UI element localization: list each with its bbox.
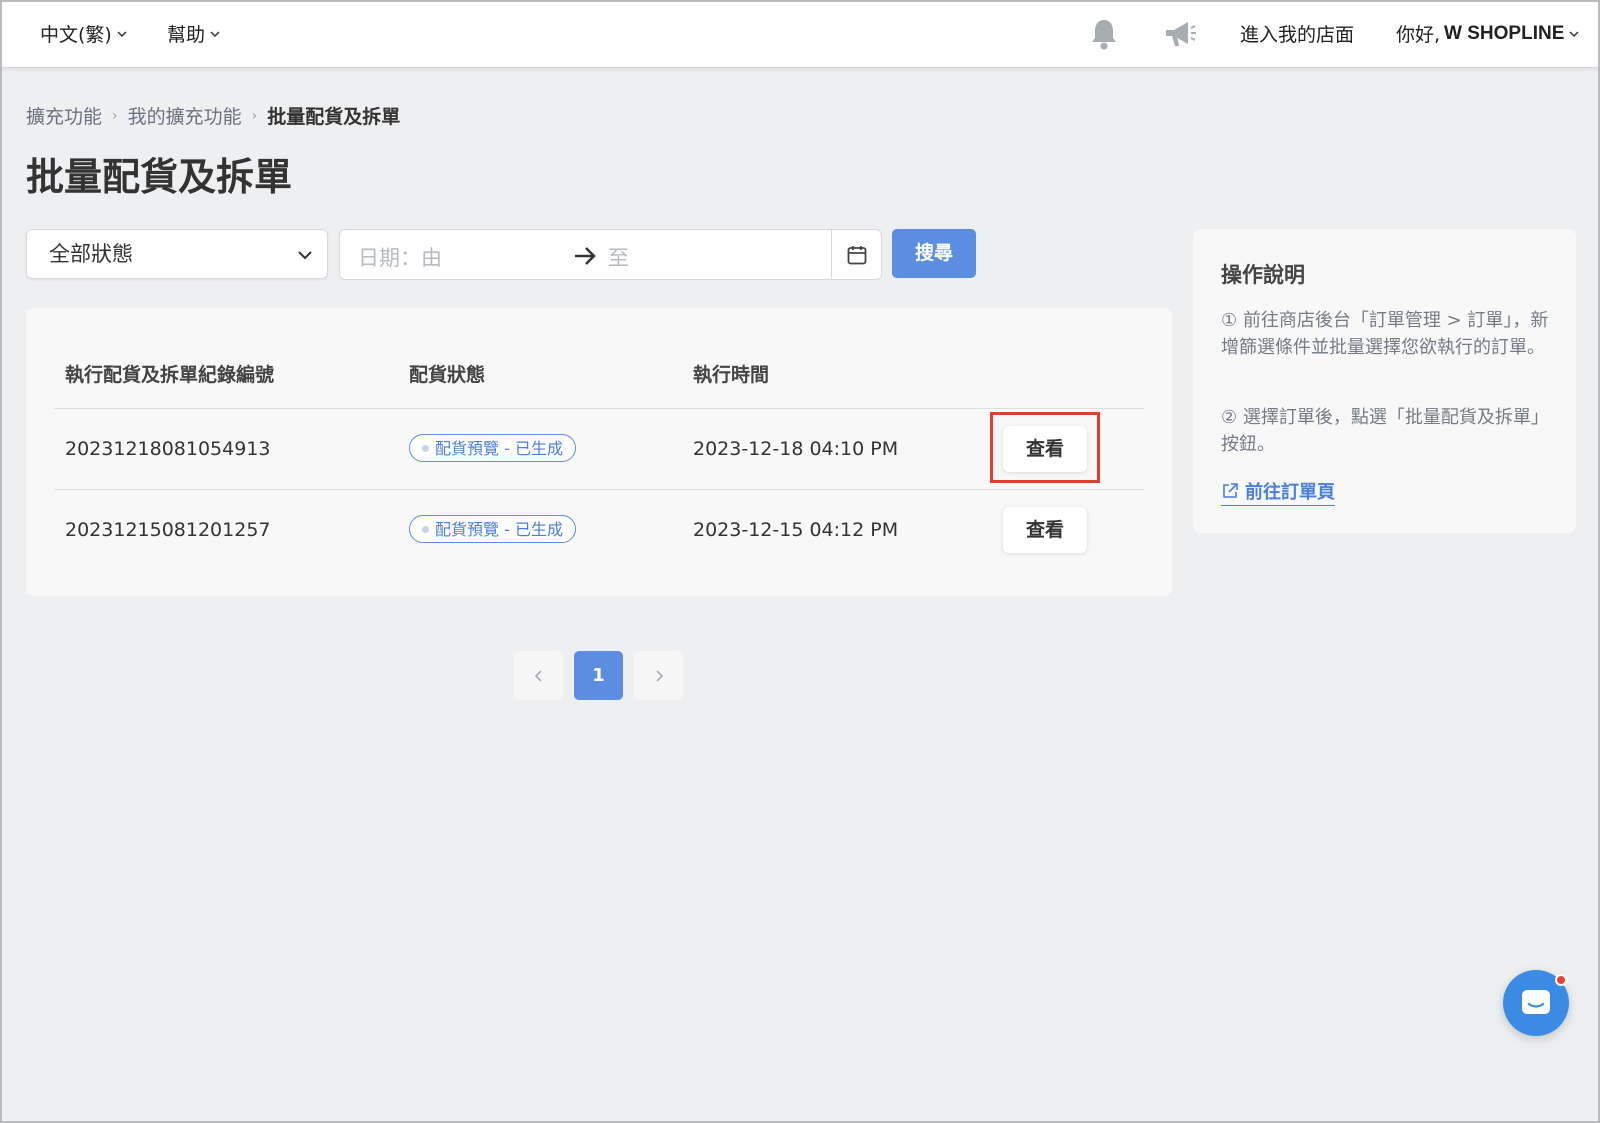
status-dot-icon <box>422 525 429 533</box>
language-dropdown[interactable]: 中文(繁) <box>40 20 128 47</box>
breadcrumb: 擴充功能 › 我的擴充功能 › 批量配貨及拆單 <box>26 102 400 129</box>
records-table: 執行配貨及拆單紀錄編號 配貨狀態 執行時間 20231218081054913 … <box>26 308 1172 596</box>
instructions-card: 操作說明 ① 前往商店後台「訂單管理 > 訂單」，新增篩選條件並批量選擇您欲執行… <box>1193 229 1576 533</box>
instructions-step-1: ① 前往商店後台「訂單管理 > 訂單」，新增篩選條件並批量選擇您欲執行的訂單。 <box>1221 310 1549 358</box>
chevron-right-icon <box>655 669 663 682</box>
store-link[interactable]: 進入我的店面 <box>1240 20 1354 47</box>
pagination-next[interactable] <box>634 651 683 700</box>
row-divider <box>54 489 1144 490</box>
status-select-value: 全部狀態 <box>49 242 133 266</box>
megaphone-icon[interactable] <box>1162 16 1198 52</box>
row-2-record-id: 20231215081201257 <box>65 519 271 541</box>
instructions-title: 操作說明 <box>1221 263 1305 287</box>
top-nav: 中文(繁) 幫助 進入我的店面 你好, W SHOPLINE <box>0 0 1600 68</box>
date-from-input[interactable]: 日期：由 <box>358 242 442 272</box>
page-title: 批量配貨及拆單 <box>26 155 293 199</box>
language-label: 中文(繁) <box>40 24 112 46</box>
chat-notification-dot <box>1555 974 1567 986</box>
breadcrumb-item-my-extensions[interactable]: 我的擴充功能 <box>128 102 242 129</box>
search-button[interactable]: 搜尋 <box>892 229 976 278</box>
row-2-status-badge: 配貨預覽 - 已生成 <box>409 515 576 543</box>
help-label: 幫助 <box>167 24 206 46</box>
row-2-time: 2023-12-15 04:12 PM <box>693 519 899 541</box>
row-1-time: 2023-12-18 04:10 PM <box>693 438 899 460</box>
pagination-prev[interactable] <box>514 651 563 700</box>
help-dropdown[interactable]: 幫助 <box>167 20 221 47</box>
header-divider <box>54 408 1144 409</box>
chat-icon <box>1522 990 1550 1014</box>
date-to-input[interactable]: 至 <box>608 242 629 272</box>
chevron-down-icon <box>1569 30 1579 37</box>
row-2-status-label: 配貨預覽 - 已生成 <box>435 519 563 539</box>
go-to-orders-label: 前往訂單頁 <box>1245 482 1335 503</box>
pagination-page-current[interactable]: 1 <box>574 651 623 700</box>
column-header-time: 執行時間 <box>693 364 770 386</box>
user-name: W SHOPLINE <box>1444 22 1565 44</box>
row-1-status-label: 配貨預覽 - 已生成 <box>435 438 563 458</box>
go-to-orders-link[interactable]: 前往訂單頁 <box>1221 478 1335 506</box>
row-1-status-badge: 配貨預覽 - 已生成 <box>409 434 576 462</box>
status-select[interactable]: 全部狀態 <box>26 229 328 279</box>
row-1-record-id: 20231218081054913 <box>65 438 271 460</box>
breadcrumb-item-extensions[interactable]: 擴充功能 <box>26 102 102 129</box>
instructions-step-2: ② 選擇訂單後，點選「批量配貨及拆單」按鈕。 <box>1221 407 1549 455</box>
chevron-left-icon <box>534 669 542 682</box>
column-header-record-id: 執行配貨及拆單紀錄編號 <box>65 364 275 386</box>
calendar-button[interactable] <box>831 230 881 279</box>
greeting-prefix: 你好, <box>1396 24 1441 46</box>
chevron-down-icon <box>298 251 312 260</box>
store-link-label: 進入我的店面 <box>1240 24 1355 46</box>
user-menu[interactable]: 你好, W SHOPLINE <box>1396 20 1580 47</box>
external-link-icon <box>1223 483 1238 498</box>
calendar-icon <box>847 245 866 264</box>
status-dot-icon <box>422 444 429 452</box>
breadcrumb-separator-icon: › <box>251 107 258 124</box>
date-range-picker[interactable]: 日期：由 至 <box>339 229 882 280</box>
chevron-down-icon <box>210 30 220 37</box>
chevron-down-icon <box>117 30 127 37</box>
breadcrumb-separator-icon: › <box>112 107 118 124</box>
bell-icon[interactable] <box>1086 16 1122 52</box>
row-2-view-button[interactable]: 查看 <box>1003 507 1087 553</box>
arrow-right-icon <box>575 247 596 265</box>
column-header-status: 配貨狀態 <box>409 364 486 386</box>
row-1-view-button[interactable]: 查看 <box>1003 426 1087 472</box>
breadcrumb-item-current: 批量配貨及拆單 <box>267 106 401 128</box>
